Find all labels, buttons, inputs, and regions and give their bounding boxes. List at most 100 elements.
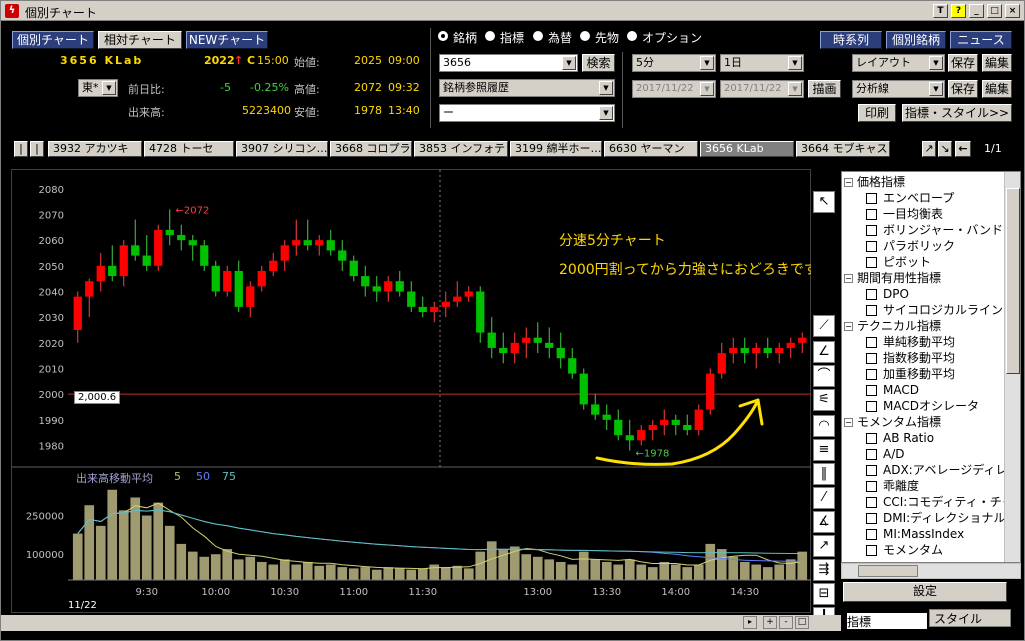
radio-option[interactable] bbox=[627, 31, 637, 41]
checkbox[interactable] bbox=[866, 353, 877, 364]
tree-item[interactable]: 指数移動平均 bbox=[844, 350, 996, 366]
stock-tab[interactable]: 3656 KLab bbox=[700, 141, 794, 157]
collapse-icon[interactable]: − bbox=[844, 178, 853, 187]
trendline-icon[interactable]: ⟋ bbox=[813, 315, 835, 337]
stock-tab[interactable]: 3199 綿半ホー… bbox=[510, 141, 602, 157]
fib-time-icon[interactable]: ‖ bbox=[813, 463, 835, 485]
fib-arc-icon[interactable]: ⌒ bbox=[813, 365, 835, 387]
cycle-icon[interactable]: ⇶ bbox=[813, 559, 835, 581]
prev-page-icon[interactable]: | bbox=[30, 141, 44, 157]
checkbox[interactable] bbox=[866, 369, 877, 380]
tree-group[interactable]: − 価格指標 bbox=[844, 174, 996, 190]
indicator-hscroll[interactable] bbox=[841, 563, 1021, 579]
analysis-save-button[interactable]: 保存 bbox=[948, 80, 978, 98]
to-date-input[interactable]: 2017/11/22 ▼ bbox=[720, 80, 804, 98]
tree-item[interactable]: ボリンジャー・バンド bbox=[844, 222, 1003, 238]
maximize-button[interactable]: □ bbox=[987, 4, 1002, 18]
scroll-right-icon[interactable]: ▸ bbox=[743, 616, 757, 629]
stock-tab[interactable]: 3668 コロプラ bbox=[330, 141, 412, 157]
checkbox[interactable] bbox=[866, 193, 877, 204]
help-button[interactable]: ? bbox=[951, 4, 966, 18]
individual-stock-button[interactable]: 個別銘柄 bbox=[886, 31, 946, 49]
tree-group[interactable]: − 期間有用性指標 bbox=[844, 270, 996, 286]
chart-hscroll[interactable]: ▸ + - □ bbox=[1, 615, 841, 631]
tab-individual-chart[interactable]: 個別チャート bbox=[12, 31, 94, 49]
back-arrow-icon[interactable]: ← bbox=[955, 141, 971, 157]
collapse-icon[interactable]: − bbox=[844, 274, 853, 283]
search-button[interactable]: 検索 bbox=[582, 54, 615, 72]
tree-item[interactable]: 一目均衡表 bbox=[844, 206, 996, 222]
checkbox[interactable] bbox=[866, 465, 877, 476]
tree-item[interactable]: MI:MassIndex bbox=[844, 526, 996, 542]
close-button[interactable]: × bbox=[1005, 4, 1020, 18]
tree-item[interactable]: MACDオシレータ bbox=[844, 398, 996, 414]
tree-item[interactable]: A/D bbox=[844, 446, 996, 462]
tree-item[interactable]: AB Ratio bbox=[844, 430, 996, 446]
radio-futures[interactable] bbox=[580, 31, 590, 41]
radio-stock[interactable] bbox=[438, 31, 448, 41]
checkbox[interactable] bbox=[866, 513, 877, 524]
text-mode-button[interactable]: T bbox=[933, 4, 948, 18]
checkbox[interactable] bbox=[866, 529, 877, 540]
radio-index[interactable] bbox=[485, 31, 495, 41]
collapse-icon[interactable]: − bbox=[844, 418, 853, 427]
news-button[interactable]: ニュース bbox=[950, 31, 1012, 49]
tree-item[interactable]: MACD bbox=[844, 382, 996, 398]
indicator-style-button[interactable]: 指標・スタイル>> bbox=[902, 104, 1012, 122]
hscroll-thumb[interactable] bbox=[858, 565, 918, 577]
stock-tab[interactable]: 6630 ヤーマン bbox=[604, 141, 698, 157]
analysis-edit-button[interactable]: 編集 bbox=[982, 80, 1012, 98]
tree-item[interactable]: エンベロープ bbox=[844, 190, 996, 206]
first-page-icon[interactable]: | bbox=[14, 141, 28, 157]
fib-line-icon[interactable]: ⚟ bbox=[813, 389, 835, 411]
span-select[interactable]: 1日 ▼ bbox=[720, 54, 804, 72]
radio-fx[interactable] bbox=[533, 31, 543, 41]
checkbox[interactable] bbox=[866, 289, 877, 300]
tree-item[interactable]: ピボット bbox=[844, 254, 996, 270]
checkbox[interactable] bbox=[866, 401, 877, 412]
tree-item[interactable]: サイコロジカルライン bbox=[844, 302, 1003, 318]
stock-code-input[interactable]: 3656 ▼ bbox=[439, 54, 578, 72]
print-button[interactable]: 印刷 bbox=[858, 104, 896, 122]
minimize-button[interactable]: _ bbox=[969, 4, 984, 18]
history-select[interactable]: 銘柄参照履歴 ▼ bbox=[439, 79, 615, 97]
gann-icon[interactable]: ∡ bbox=[813, 511, 835, 533]
tree-item[interactable]: 加重移動平均 bbox=[844, 366, 996, 382]
checkbox[interactable] bbox=[866, 385, 877, 396]
stock-tab[interactable]: 3907 シリコン… bbox=[236, 141, 328, 157]
layout-edit-button[interactable]: 編集 bbox=[982, 54, 1012, 72]
tab-new-chart[interactable]: NEWチャート bbox=[186, 31, 268, 49]
market-select[interactable]: 東* ▼ bbox=[78, 79, 118, 97]
reset-zoom-icon[interactable]: □ bbox=[795, 616, 809, 629]
tree-item[interactable]: 単純移動平均 bbox=[844, 334, 996, 350]
draw-button[interactable]: 描画 bbox=[808, 80, 841, 98]
tree-group[interactable]: − テクニカル指標 bbox=[844, 318, 996, 334]
stock-tab[interactable]: 3664 モブキャス bbox=[796, 141, 890, 157]
settings-button[interactable]: 設定 bbox=[843, 582, 1007, 602]
scroll-thumb[interactable] bbox=[1006, 188, 1020, 374]
tree-item[interactable]: モメンタム bbox=[844, 542, 996, 558]
checkbox[interactable] bbox=[866, 449, 877, 460]
tree-item[interactable]: 乖離度 bbox=[844, 478, 996, 494]
checkbox[interactable] bbox=[866, 225, 877, 236]
stock-tab[interactable]: 3853 インフォテリ bbox=[414, 141, 508, 157]
ray-icon[interactable]: ↗ bbox=[813, 535, 835, 557]
checkbox[interactable] bbox=[866, 497, 877, 508]
checkbox[interactable] bbox=[866, 481, 877, 492]
tab-indicators[interactable]: 指標 bbox=[847, 613, 927, 629]
layout-save-button[interactable]: 保存 bbox=[948, 54, 978, 72]
channel-icon[interactable]: ⊟ bbox=[813, 583, 835, 605]
from-date-input[interactable]: 2017/11/22 ▼ bbox=[632, 80, 716, 98]
collapse-icon[interactable]: − bbox=[844, 322, 853, 331]
checkbox[interactable] bbox=[866, 257, 877, 268]
tab-relative-chart[interactable]: 相対チャート bbox=[98, 31, 182, 49]
cursor-icon[interactable]: ↖ bbox=[813, 191, 835, 213]
tree-item[interactable]: DPO bbox=[844, 286, 996, 302]
chart-scroll-track[interactable] bbox=[11, 617, 741, 629]
zoom-in-icon[interactable]: + bbox=[763, 616, 777, 629]
checkbox[interactable] bbox=[866, 305, 877, 316]
indicator-scrollbar[interactable] bbox=[1004, 172, 1020, 562]
arc-icon[interactable]: ◠ bbox=[813, 415, 835, 437]
checkbox[interactable] bbox=[866, 337, 877, 348]
stock-tab[interactable]: 4728 トーセ bbox=[144, 141, 234, 157]
